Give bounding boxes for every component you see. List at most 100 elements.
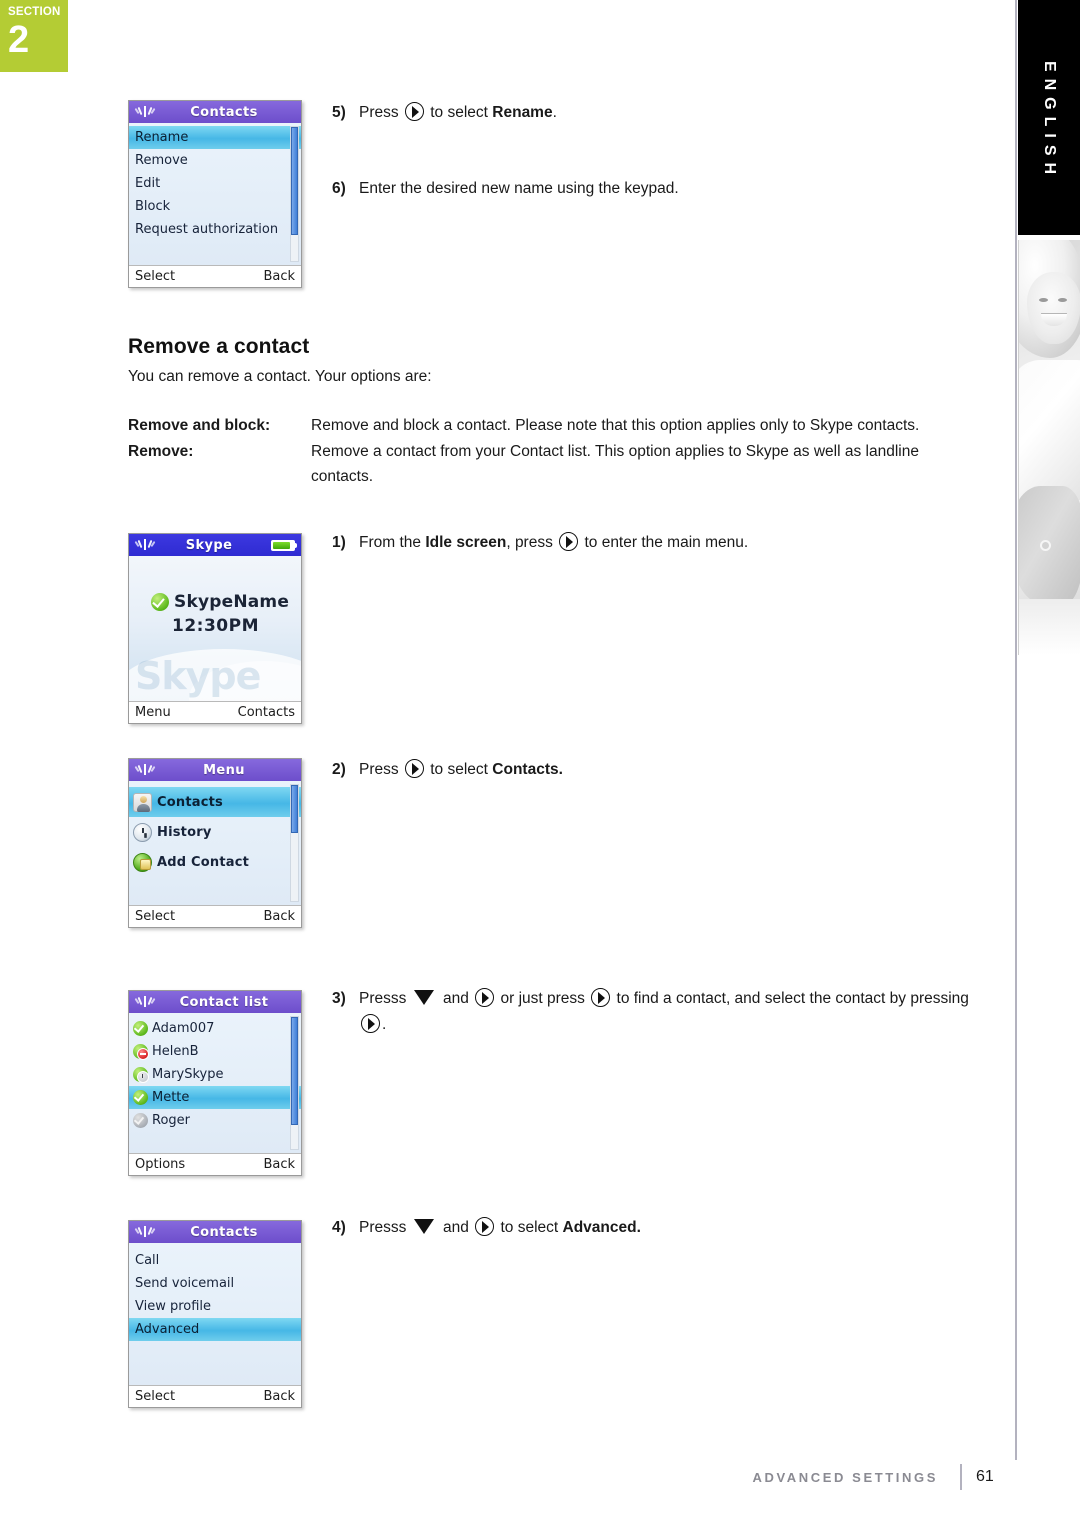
contact-name: MarySkype (152, 1067, 224, 1082)
contacts-icon (133, 792, 152, 812)
option-term: Remove: (128, 442, 194, 460)
step-number: 4) (332, 1219, 346, 1236)
menu-item-label: History (157, 824, 212, 840)
contact-row-helenb[interactable]: HelenB (129, 1040, 301, 1063)
menu-item-label: Add Contact (157, 854, 250, 870)
options-list: Remove and block: Remove and block a con… (128, 413, 998, 490)
options-row: Remove: Remove a contact from your Conta… (128, 439, 998, 490)
scrollbar-thumb[interactable] (291, 785, 298, 833)
softkey-left[interactable]: Options (135, 1154, 185, 1175)
scrollbar-thumb[interactable] (291, 127, 298, 235)
list-item[interactable]: Request authorization (129, 218, 301, 241)
nav-right-icon (475, 1217, 495, 1236)
list-item[interactable]: Call (129, 1249, 301, 1272)
decorative-photo (1018, 240, 1080, 655)
phone-titlebar: Skype (129, 534, 301, 556)
list-item[interactable]: Rename (129, 126, 301, 149)
step-text-bold: Contacts. (492, 761, 563, 778)
phone-softkeys: Select Back (129, 1385, 301, 1407)
step-text: Press to select Rename. (359, 100, 952, 126)
nav-right-icon (361, 1014, 380, 1033)
contact-name: Roger (152, 1113, 190, 1128)
scrollbar[interactable] (290, 784, 299, 902)
list-item[interactable]: Edit (129, 172, 301, 195)
softkey-left[interactable]: Select (135, 906, 175, 927)
history-icon (133, 822, 152, 842)
phone-title: Contact list (179, 994, 269, 1010)
step-number: 5) (332, 104, 346, 121)
step-number: 1) (332, 534, 346, 551)
phone-softkeys: Select Back (129, 265, 301, 287)
photo-eye-left (1039, 298, 1048, 302)
phone-titlebar: Contacts (129, 101, 301, 123)
contact-row-mette[interactable]: Mette (129, 1086, 301, 1109)
step-text-bold: Rename (492, 104, 553, 121)
phone-list: Rename Remove Edit Block Request authori… (129, 123, 301, 265)
softkey-right[interactable]: Back (263, 266, 295, 287)
signal-icon (133, 993, 157, 1011)
list-item[interactable]: View profile (129, 1295, 301, 1318)
step-text-part: to select (425, 761, 493, 778)
step-4: 4) Presss and to select Advanced. (332, 1215, 992, 1241)
signal-icon (133, 761, 157, 779)
scrollbar[interactable] (290, 126, 299, 262)
idle-user-name: SkypeName (174, 592, 290, 612)
softkey-right[interactable]: Back (263, 906, 295, 927)
phone-title: Skype (185, 537, 233, 553)
status-online-icon (151, 593, 169, 611)
phone-screen-contacts-menu: Contacts Call Send voicemail View profil… (128, 1220, 302, 1408)
contact-row-adam007[interactable]: Adam007 (129, 1017, 301, 1040)
contact-name: Adam007 (152, 1021, 215, 1036)
menu-item-contacts[interactable]: Contacts (129, 787, 301, 817)
list-item[interactable]: Advanced (129, 1318, 301, 1341)
signal-icon (133, 103, 157, 121)
options-row: Remove and block: Remove and block a con… (128, 413, 998, 439)
skype-watermark: Skype (135, 654, 261, 698)
step-text-part: and (438, 1219, 474, 1236)
step-text-part: From the (359, 534, 426, 551)
contact-row-roger[interactable]: Roger (129, 1109, 301, 1132)
scrollbar-thumb[interactable] (291, 1017, 298, 1125)
nav-right-icon (559, 532, 579, 551)
softkey-left[interactable]: Select (135, 1386, 175, 1407)
list-item[interactable]: Send voicemail (129, 1272, 301, 1295)
step-text-part: . (382, 1016, 387, 1033)
menu-item-history[interactable]: History (129, 817, 301, 847)
photo-face (1027, 272, 1080, 344)
page-title: Remove a contact (128, 335, 310, 358)
scrollbar[interactable] (290, 1016, 299, 1150)
softkey-right[interactable]: Back (263, 1386, 295, 1407)
contact-row-maryskype[interactable]: MarySkype (129, 1063, 301, 1086)
status-online-icon (133, 1021, 148, 1036)
phone-screen-contacts-options: Contacts Rename Remove Edit Block Reques… (128, 100, 302, 288)
menu-item-label: Contacts (157, 794, 223, 810)
phone-titlebar: Contacts (129, 1221, 301, 1243)
softkey-left[interactable]: Menu (135, 702, 171, 723)
step-text: Enter the desired new name using the key… (359, 180, 679, 197)
photo-eye-right (1058, 298, 1067, 302)
list-item[interactable]: Block (129, 195, 301, 218)
phone-titlebar: Contact list (129, 991, 301, 1013)
step-text-part: or just press (496, 990, 590, 1007)
nav-right-icon (404, 759, 424, 778)
step-text-bold: Idle screen (425, 534, 507, 551)
status-offline-icon (133, 1113, 148, 1128)
status-online-icon (133, 1090, 148, 1105)
menu-item-add-contact[interactable]: Add Contact (129, 847, 301, 877)
contact-name: HelenB (152, 1044, 199, 1059)
step-text-post: . (552, 104, 557, 121)
step-text-part: Presss (359, 990, 411, 1007)
step-text: Presss and or just press to find a conta… (359, 986, 992, 1038)
softkey-right[interactable]: Contacts (238, 702, 295, 723)
list-item[interactable]: Remove (129, 149, 301, 172)
softkey-right[interactable]: Back (263, 1154, 295, 1175)
photo-ring (1040, 540, 1051, 551)
phone-list: Adam007 HelenB MarySkype Mette Roger (129, 1013, 301, 1153)
softkey-left[interactable]: Select (135, 266, 175, 287)
step-text-mid: to select (425, 104, 493, 121)
step-5: 5) Press to select Rename. (332, 100, 952, 126)
step-text: From the Idle screen, press to enter the… (359, 530, 972, 556)
phone-title: Contacts (190, 104, 258, 120)
language-tab: ENGLISH (1018, 0, 1080, 235)
step-text-part: , press (506, 534, 558, 551)
